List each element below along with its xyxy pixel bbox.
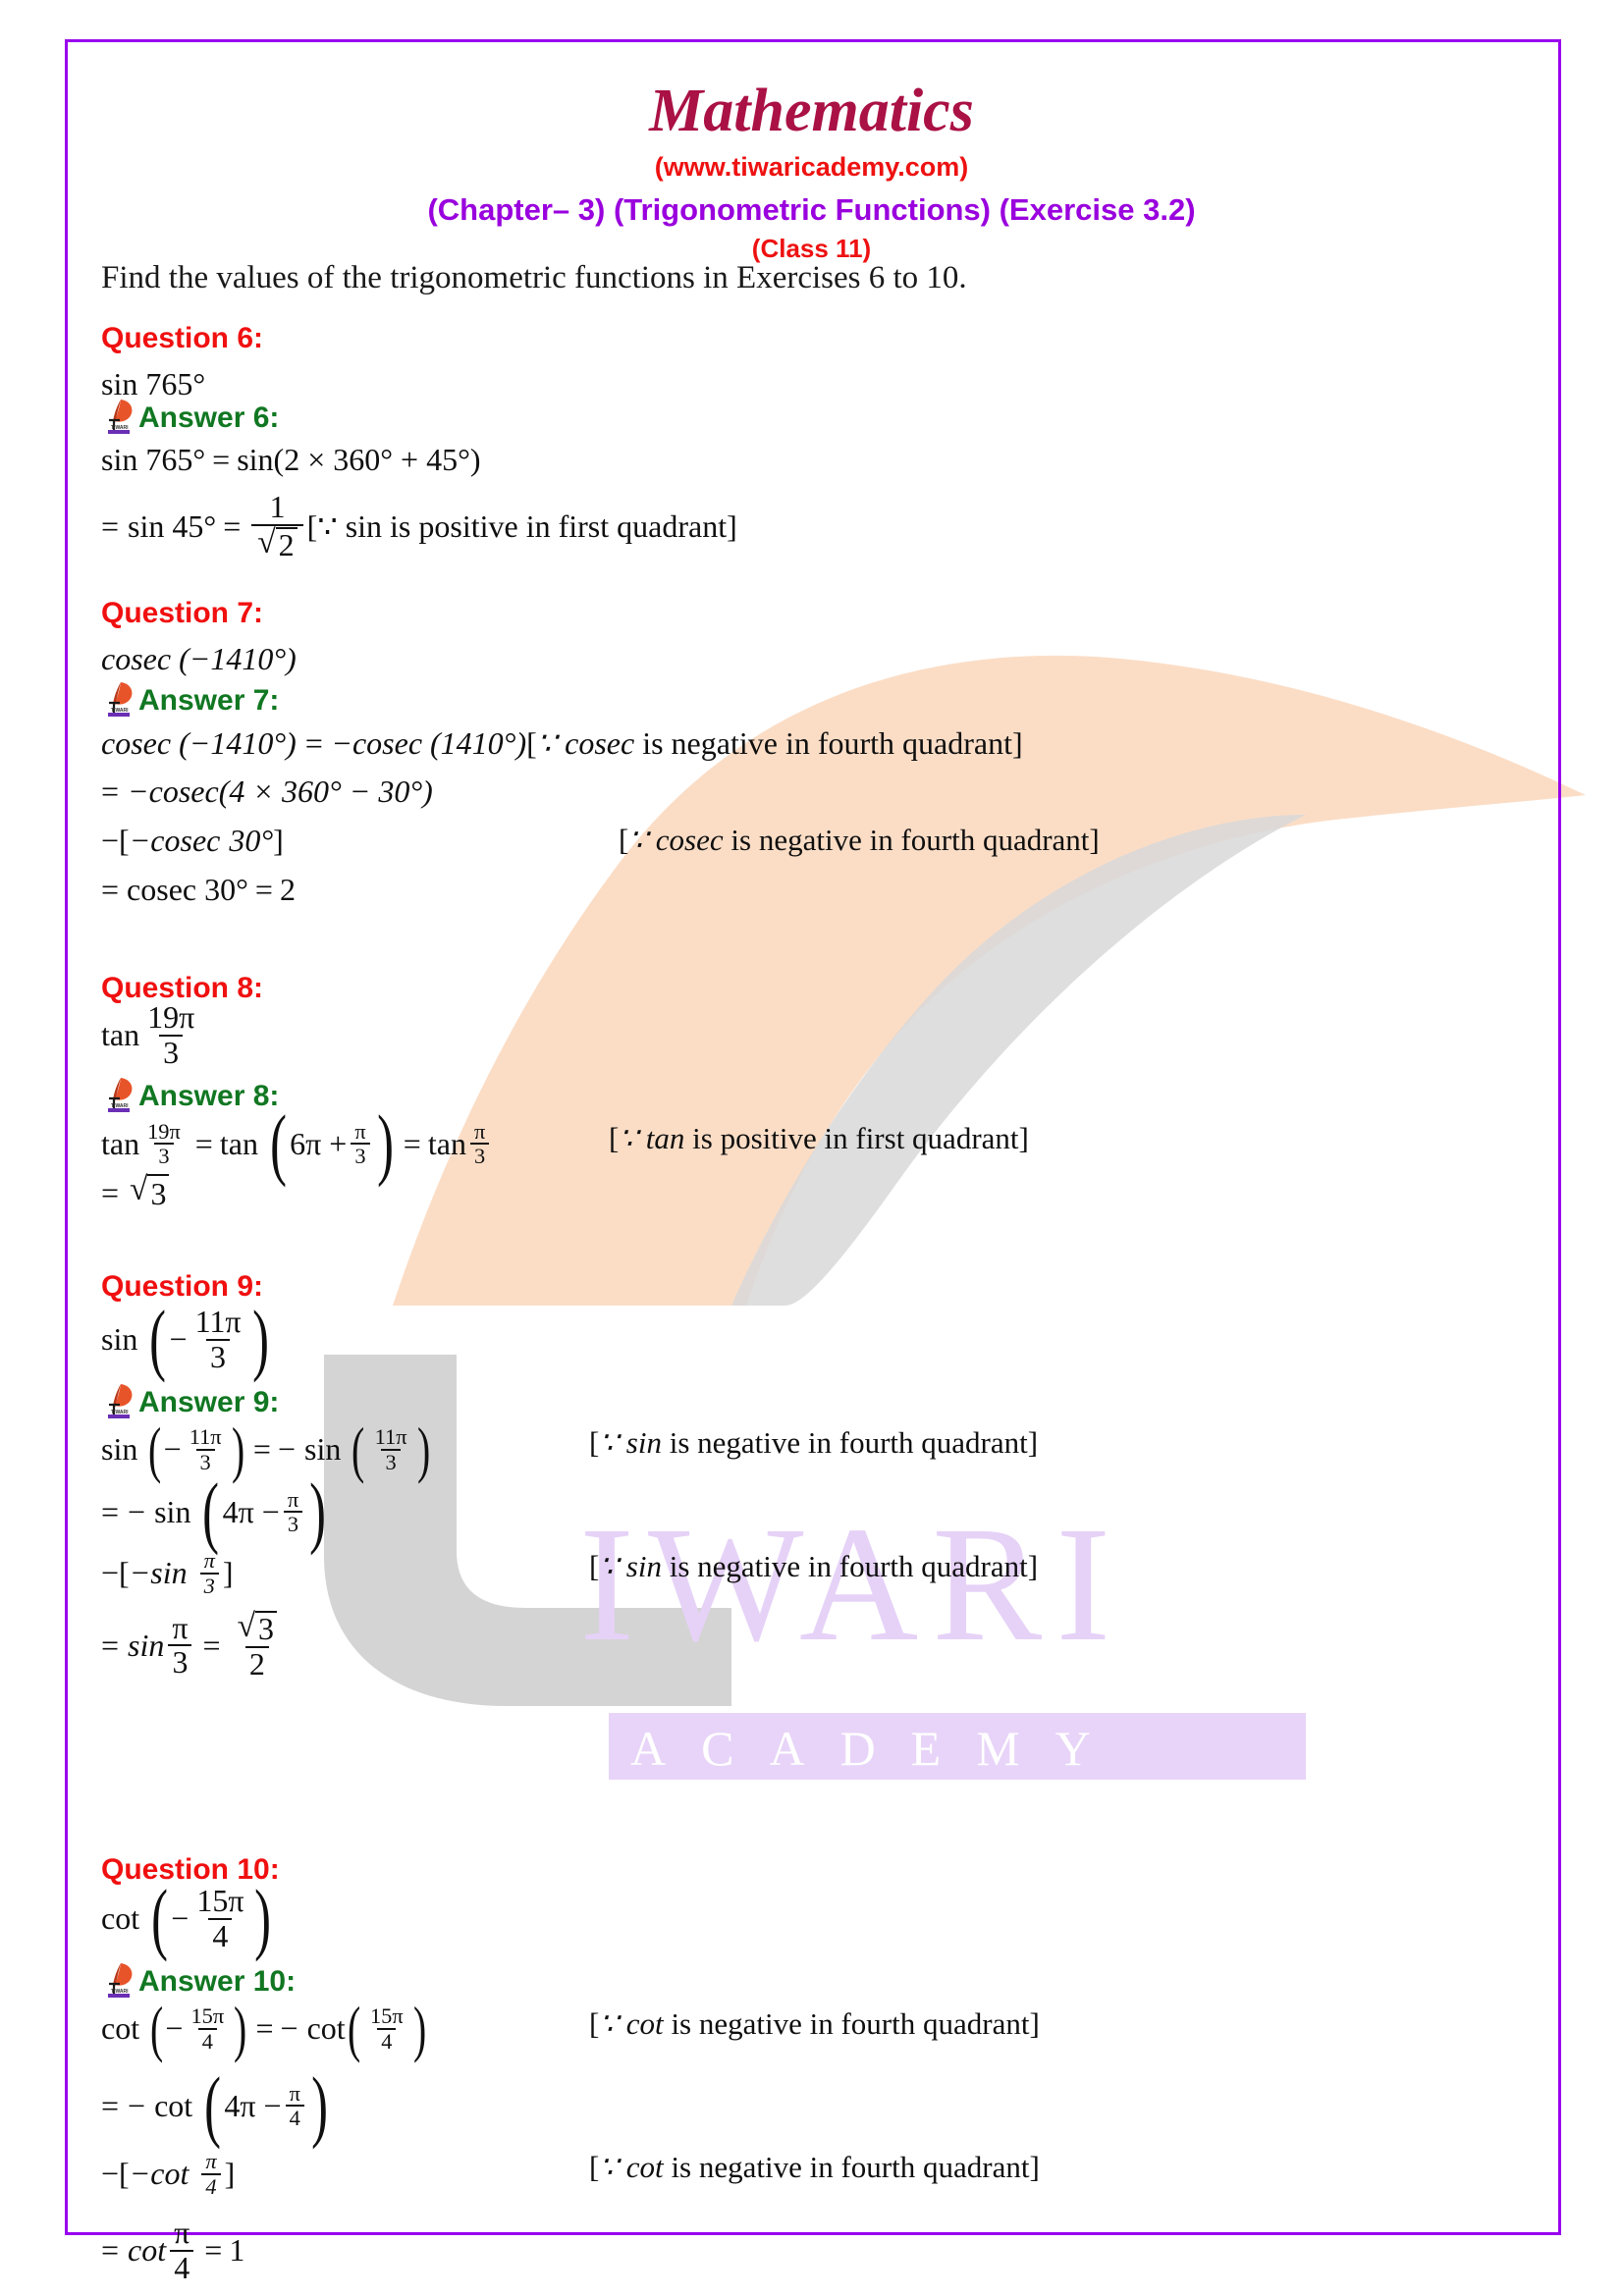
answer-9-heading: TIWARI Answer 9: (101, 1382, 279, 1419)
question-9-heading: Question 9: (101, 1270, 264, 1303)
svg-text:TIWARI: TIWARI (111, 425, 129, 431)
tiwari-quill-logo-icon: TIWARI (101, 1961, 136, 1999)
answer-7-line-3: −[−cosec 30°] (101, 823, 284, 858)
answer-6-line-1: sin 765 ° = sin(2 × 360° + 45°) (101, 442, 481, 477)
answer-9-line-3: −[−sin π3 ] (101, 1548, 234, 1598)
answer-7-line-4: = cosec 30° = 2 (101, 872, 296, 907)
question-7-heading: Question 7: (101, 597, 264, 629)
svg-text:TIWARI: TIWARI (111, 708, 129, 714)
answer-7-note-3: [∵ cosec is negative in fourth quadrant] (619, 823, 1100, 857)
answer-8-heading: TIWARI Answer 8: (101, 1076, 279, 1113)
answer-7-label: Answer 7: (138, 684, 280, 717)
tiwari-quill-logo-icon: TIWARI (101, 1382, 136, 1419)
answer-9-note-1: [∵ sin is negative in fourth quadrant] (589, 1425, 1039, 1460)
answer-9-line-2: = − sin ( 4π − π3 ) (101, 1467, 327, 1556)
question-10-heading: Question 10: (101, 1853, 280, 1886)
question-9-expression: sin ( − 11π 3 ) (101, 1294, 269, 1384)
question-8-expression: tan 19π 3 (101, 999, 195, 1070)
answer-7-heading: TIWARI Answer 7: (101, 680, 279, 718)
svg-text:TIWARI: TIWARI (111, 1103, 129, 1109)
answer-9-line-4: = sin π3 = √ 3 2 (101, 1610, 287, 1681)
answer-6-line-2: = sin 45° = 1 √ 2 [∵ sin is positive in fir… (101, 489, 737, 562)
answer-6-heading: TIWARI Answer 6: (101, 398, 279, 435)
q7-expr-text: cosec (−1410°) (101, 641, 297, 676)
tiwari-quill-logo-icon: TIWARI (101, 398, 136, 435)
answer-6-label: Answer 6: (138, 401, 280, 434)
website-link[interactable]: (www.tiwaricademy.com) (0, 152, 1623, 183)
page-title: Mathematics (649, 78, 974, 144)
answer-8-line-2: = √ 3 (101, 1173, 171, 1212)
answer-10-line-3: −[−cot π4 ] (101, 2149, 236, 2199)
document-page: IWARI ACADEMY Mathematics (www.tiwaricad… (0, 0, 1623, 2296)
answer-8-note-1: [∵ tan is positive in first quadrant] (609, 1121, 1029, 1155)
chapter-line: (Chapter– 3) (Trigonometric Functions) (… (427, 192, 1196, 227)
exercise-instruction: Find the values of the trigonometric fun… (101, 260, 967, 295)
answer-10-line-4: = cot π4 = 1 (101, 2215, 245, 2285)
answer-9-line-1: sin (− 11π 3 ) = − sin ( 11π 3 ) (101, 1414, 430, 1484)
answer-10-line-2: = − cot ( 4π − π4 ) (101, 2060, 328, 2150)
svg-text:TIWARI: TIWARI (111, 1410, 129, 1415)
question-10-expression: cot ( − 15π 4 ) (101, 1873, 272, 1963)
question-7-expression: cosec (−1410°) (101, 641, 297, 677)
answer-9-note-3: [∵ sin is negative in fourth quadrant] (589, 1549, 1039, 1583)
tiwari-quill-logo-icon: TIWARI (101, 680, 136, 718)
document-content: Mathematics (www.tiwaricademy.com) (Chap… (0, 0, 1623, 2296)
answer-10-heading: TIWARI Answer 10: (101, 1961, 296, 1999)
svg-text:TIWARI: TIWARI (111, 1989, 129, 1995)
answer-10-note-1: [∵ cot is negative in fourth quadrant] (589, 2006, 1040, 2041)
tiwari-quill-logo-icon: TIWARI (101, 1076, 136, 1113)
answer-7-line-1: cosec (−1410°) = −cosec (1410°) [∵ cosec is… (101, 724, 1023, 762)
answer-10-note-3: [∵ cot is negative in fourth quadrant] (589, 2150, 1040, 2184)
answer-8-line-1: tan 19π 3 = tan ( 6π + π3 ) = tan π3 (101, 1103, 493, 1183)
answer-7-line-2: = −cosec(4 × 360° − 30°) (101, 774, 433, 809)
question-6-heading: Question 6: (101, 322, 264, 354)
answer-8-label: Answer 8: (138, 1080, 280, 1112)
answer-10-line-1: cot (− 15π 4 ) = − cot ( 15π 4 ) (101, 1993, 426, 2063)
